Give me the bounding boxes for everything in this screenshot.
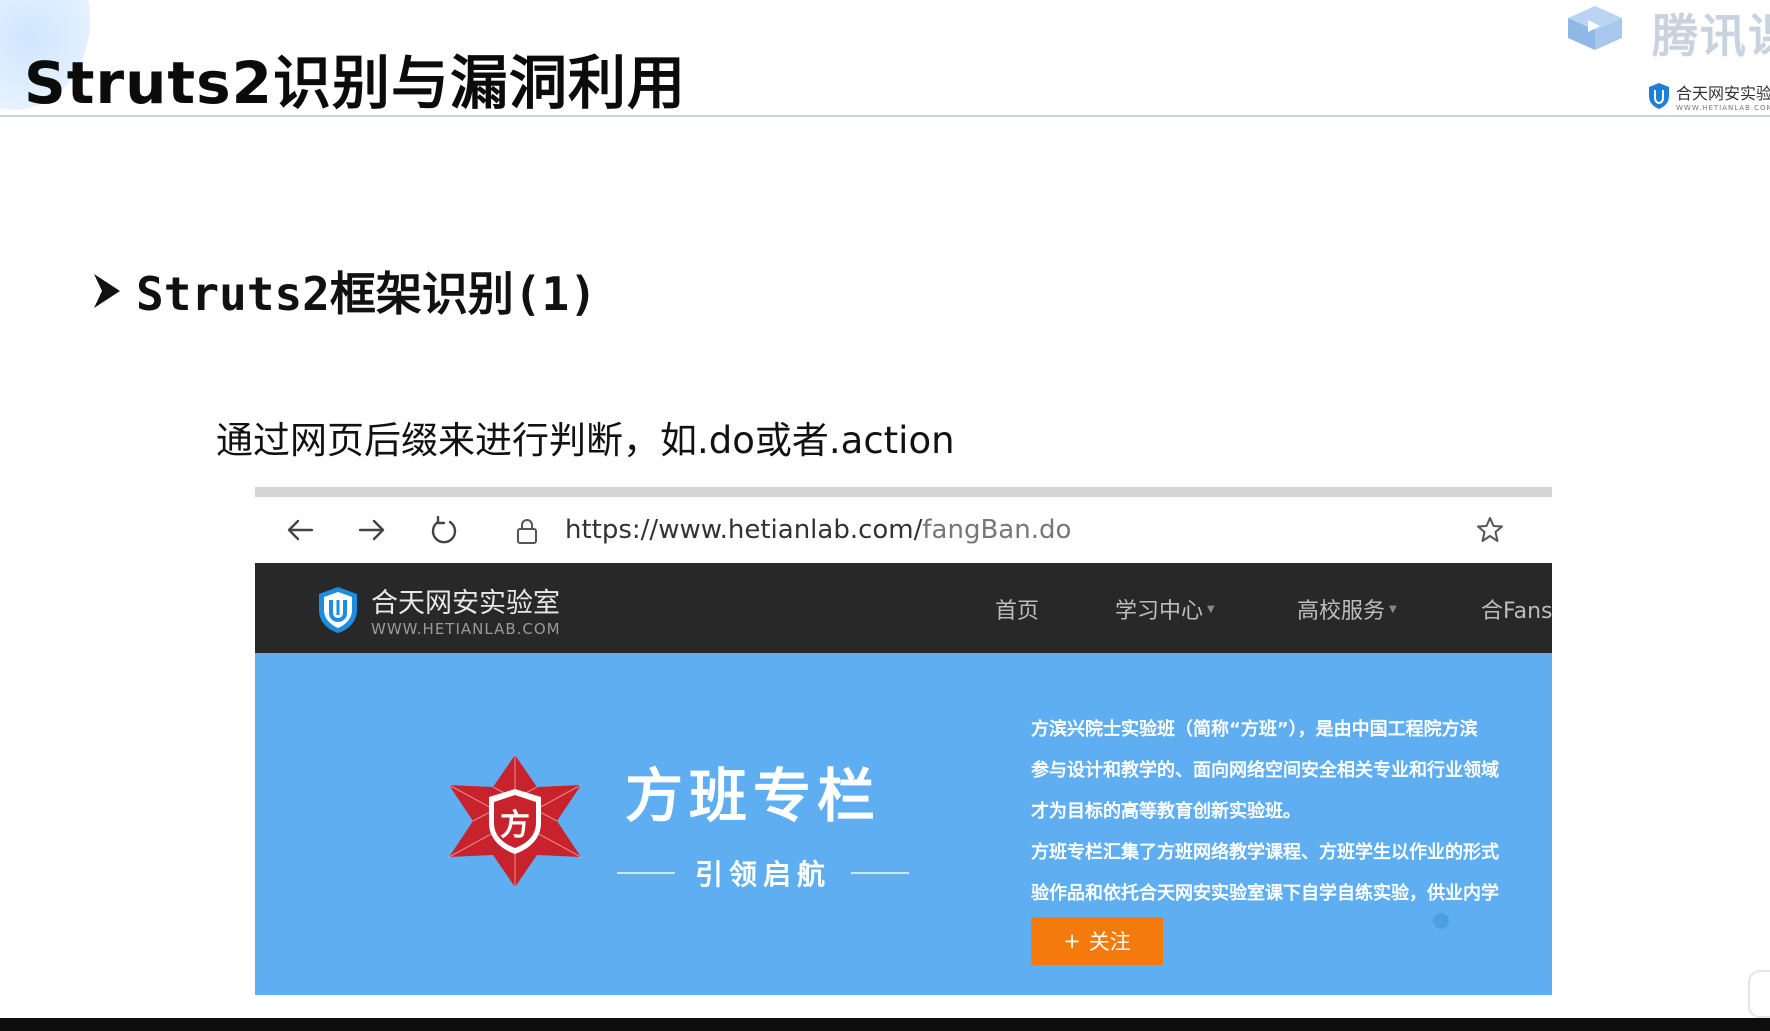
- follow-button[interactable]: + 关注: [1031, 917, 1163, 965]
- back-button[interactable]: [285, 515, 315, 545]
- slide-title: Struts2识别与漏洞利用: [24, 49, 686, 117]
- body-text: 通过网页后缀来进行判断，如.do或者.action: [216, 419, 955, 462]
- description-line: 方班专栏汇集了方班网络教学课程、方班学生以作业的形式: [1031, 842, 1499, 863]
- description-line: 验作品和依托合天网安实验室课下自学自练实验，供业内学: [1031, 883, 1499, 904]
- nav-item-hefans[interactable]: 合Fans: [1481, 593, 1552, 625]
- banner-subtitle: 引领启航: [695, 858, 832, 891]
- caret-down-icon: ▼: [1389, 603, 1397, 615]
- refresh-button[interactable]: [429, 515, 459, 545]
- star-icon[interactable]: [1475, 515, 1505, 545]
- divider-line: [851, 872, 910, 874]
- banner-subtitle-row: 引领启航: [617, 853, 910, 893]
- address-bar[interactable]: https://www.hetianlab.com/fangBan.do: [565, 515, 1071, 545]
- fangban-banner: 方 方班专栏 引领启航 方滨兴院士实验班（简称“方班”），是由中国工程院方滨 参…: [255, 653, 1552, 995]
- description-line: 才为目标的高等教育创新实验班。: [1031, 801, 1301, 822]
- plus-icon: +: [1063, 929, 1081, 953]
- hetian-watermark-text: 合天网安实验: [1676, 84, 1770, 103]
- site-navbar: 合天网安实验室 WWW.HETIANLAB.COM 首页 学习中心 ▼ 高校服务…: [255, 563, 1552, 653]
- url-path: fangBan.do: [922, 515, 1072, 545]
- forward-button[interactable]: [357, 515, 387, 545]
- hetian-watermark: 合天网安实验 WWW.HETIANLAB.COM: [1648, 80, 1770, 112]
- arrow-left-icon: [287, 519, 314, 541]
- site-logo[interactable]: 合天网安实验室 WWW.HETIANLAB.COM: [317, 581, 561, 638]
- site-logo-name: 合天网安实验室: [371, 588, 560, 619]
- refresh-icon: [431, 516, 457, 544]
- description-line: 方滨兴院士实验班（简称“方班”），是由中国工程院方滨: [1031, 719, 1478, 740]
- video-bottom-bar: [0, 1018, 1770, 1031]
- shield-logo-icon: [319, 586, 357, 633]
- lock-icon: [517, 519, 537, 544]
- carousel-dot[interactable]: [1433, 913, 1449, 929]
- nav-item-label: 学习中心: [1115, 599, 1204, 624]
- fangban-star-logo-icon: 方: [448, 755, 582, 887]
- caret-down-icon: ▼: [1207, 603, 1215, 615]
- browser-toolbar: https://www.hetianlab.com/fangBan.do: [255, 497, 1552, 563]
- site-logo-sub: WWW.HETIANLAB.COM: [371, 620, 561, 638]
- follow-button-label: 关注: [1088, 930, 1131, 954]
- description-line: 参与设计和教学的、面向网络空间安全相关专业和行业领域: [1031, 760, 1499, 781]
- nav-item-label: 高校服务: [1297, 599, 1386, 624]
- section-heading: Struts2框架识别(1): [92, 258, 597, 324]
- section-heading-text: Struts2框架识别(1): [136, 267, 597, 321]
- corner-decoration: [1748, 970, 1770, 1018]
- hetian-watermark-sub: WWW.HETIANLAB.COM: [1676, 104, 1770, 112]
- arrow-right-icon: [358, 519, 385, 541]
- nav-item-label: 首页: [995, 599, 1040, 624]
- divider-line: [617, 872, 675, 874]
- tencent-cube-icon: [1568, 6, 1622, 50]
- arrow-bullet-icon: [94, 274, 120, 308]
- shield-icon: [1649, 83, 1669, 109]
- nav-item-home[interactable]: 首页: [995, 593, 1039, 625]
- title-divider: [0, 115, 1770, 117]
- nav-item-learning-center[interactable]: 学习中心 ▼: [1115, 593, 1215, 625]
- svg-text:方: 方: [500, 808, 530, 843]
- banner-description: 方滨兴院士实验班（简称“方班”），是由中国工程院方滨 参与设计和教学的、面向网络…: [1031, 709, 1552, 914]
- tencent-text: 腾讯课: [1652, 9, 1770, 63]
- url-host: https://www.hetianlab.com/: [565, 515, 923, 545]
- browser-screenshot: https://www.hetianlab.com/fangBan.do 合天网…: [255, 487, 1552, 995]
- nav-item-university-services[interactable]: 高校服务 ▼: [1297, 593, 1397, 625]
- banner-title: 方班专栏: [625, 762, 882, 830]
- tencent-classroom-logo: 腾讯课: [1566, 0, 1770, 63]
- nav-item-label: 合Fans: [1481, 599, 1552, 624]
- browser-tab-strip: [255, 487, 1552, 497]
